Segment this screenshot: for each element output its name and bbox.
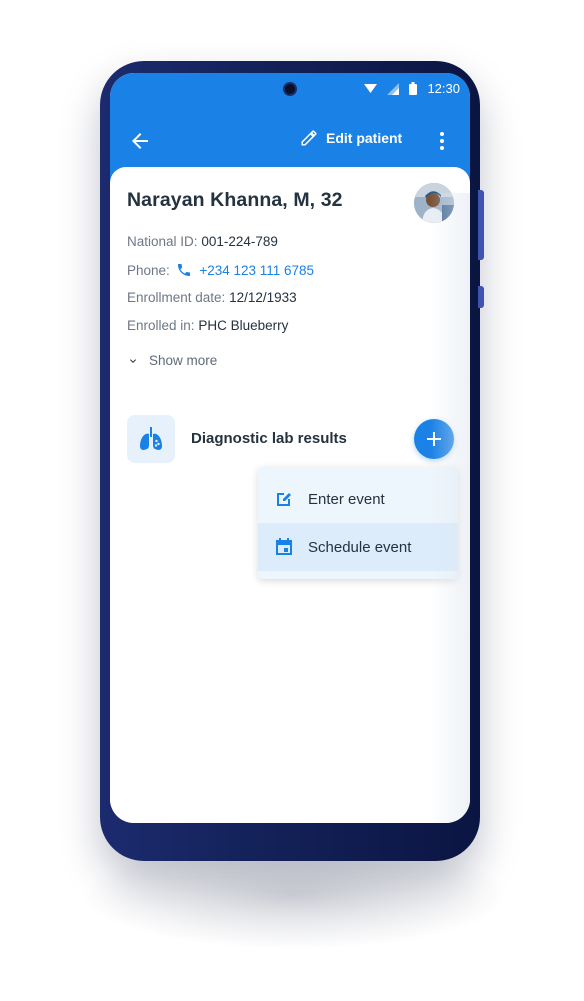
chevron-down-icon <box>130 358 136 363</box>
phone-label: Phone: <box>127 263 170 278</box>
volume-button <box>478 190 484 260</box>
enrollment-date-row: Enrollment date: 12/12/1933 <box>127 290 297 305</box>
avatar[interactable] <box>414 183 454 223</box>
enrolled-in-value: PHC Blueberry <box>198 318 289 333</box>
edit-patient-button[interactable]: Edit patient <box>300 129 402 147</box>
menu-item-enter-event[interactable]: Enter event <box>258 475 458 523</box>
enrolled-in-row: Enrolled in: PHC Blueberry <box>127 318 288 333</box>
patient-name: Narayan Khanna, M, 32 <box>127 189 343 211</box>
show-more-button[interactable]: Show more <box>127 353 217 368</box>
plus-icon <box>427 432 441 446</box>
show-more-label: Show more <box>149 353 218 368</box>
calendar-icon <box>276 538 292 555</box>
lungs-icon <box>127 415 175 463</box>
more-vert-icon[interactable] <box>432 129 452 153</box>
patient-card: Narayan Khanna, M, 32 National ID: 001-2… <box>110 167 470 823</box>
enrolled-in-label: Enrolled in: <box>127 318 195 333</box>
enrollment-date-value: 12/12/1933 <box>229 290 297 305</box>
battery-icon <box>409 82 418 95</box>
stage-title[interactable]: Diagnostic lab results <box>191 430 347 447</box>
wifi-icon <box>364 84 378 93</box>
camera-icon <box>283 82 297 96</box>
phone-screen: 12:30 Edit patient Narayan Khanna, M, 32 <box>110 73 470 823</box>
menu-item-label: Schedule event <box>308 538 412 556</box>
national-id-label: National ID: <box>127 234 198 249</box>
menu-item-schedule-event[interactable]: Schedule event <box>258 523 458 571</box>
status-bar: 12:30 <box>364 81 460 96</box>
phone-number-link[interactable]: +234 123 111 6785 <box>199 263 314 278</box>
pencil-icon <box>301 130 317 146</box>
national-id-row: National ID: 001-224-789 <box>127 234 278 249</box>
signal-icon <box>387 82 400 95</box>
edit-note-icon <box>277 493 291 506</box>
edit-patient-label: Edit patient <box>326 130 403 146</box>
arrow-left-icon[interactable] <box>128 129 152 153</box>
menu-item-label: Enter event <box>308 490 385 508</box>
power-button <box>478 286 484 308</box>
enrollment-date-label: Enrollment date: <box>127 290 226 305</box>
phone-icon[interactable] <box>176 262 192 278</box>
status-time: 12:30 <box>427 81 460 96</box>
avatar-photo <box>414 183 454 223</box>
add-event-button[interactable] <box>414 419 454 459</box>
event-popup-menu: Enter event Schedule event <box>258 467 458 579</box>
national-id-value: 001-224-789 <box>201 234 278 249</box>
phone-row: Phone: +234 123 111 6785 <box>127 262 314 278</box>
